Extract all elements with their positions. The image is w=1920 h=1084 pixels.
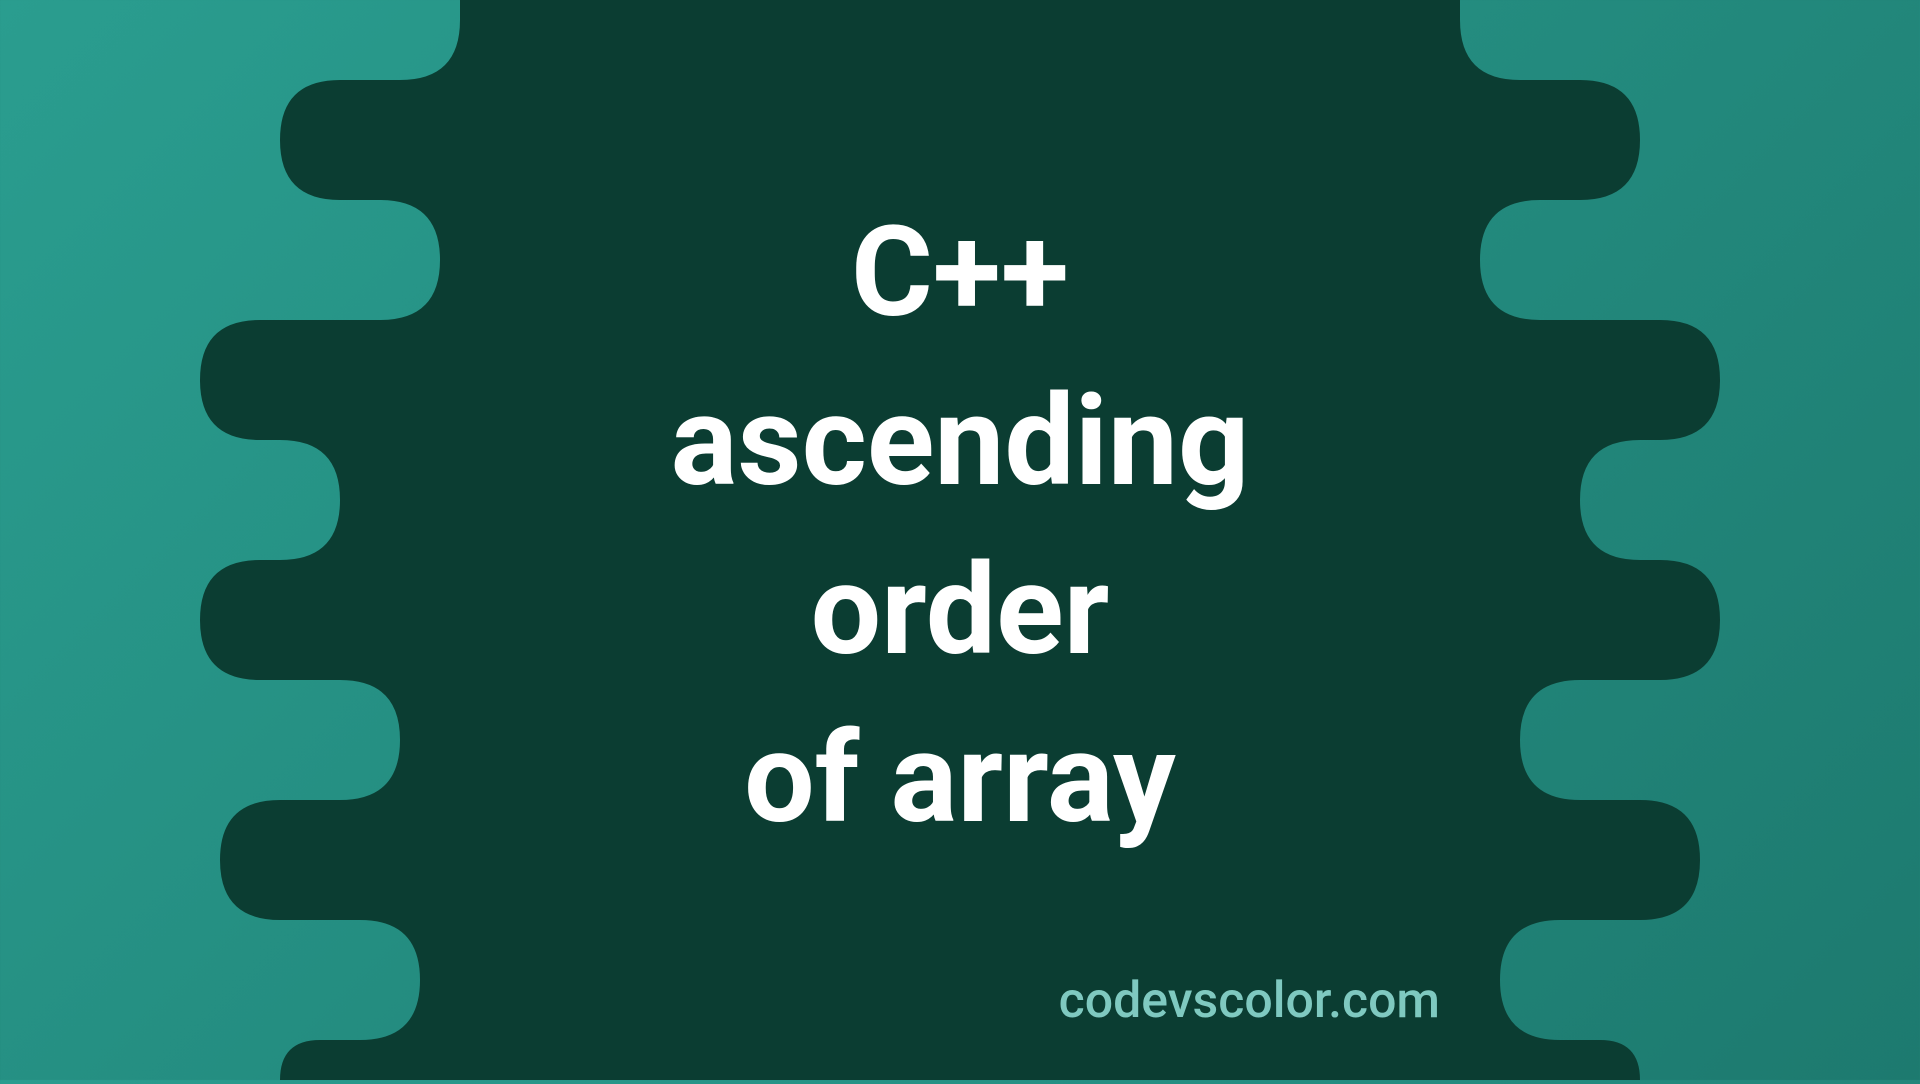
main-content: C++ ascending order of array xyxy=(671,189,1250,864)
site-watermark: codevscolor.com xyxy=(1059,972,1440,1030)
page-title: C++ ascending order of array xyxy=(671,189,1250,864)
